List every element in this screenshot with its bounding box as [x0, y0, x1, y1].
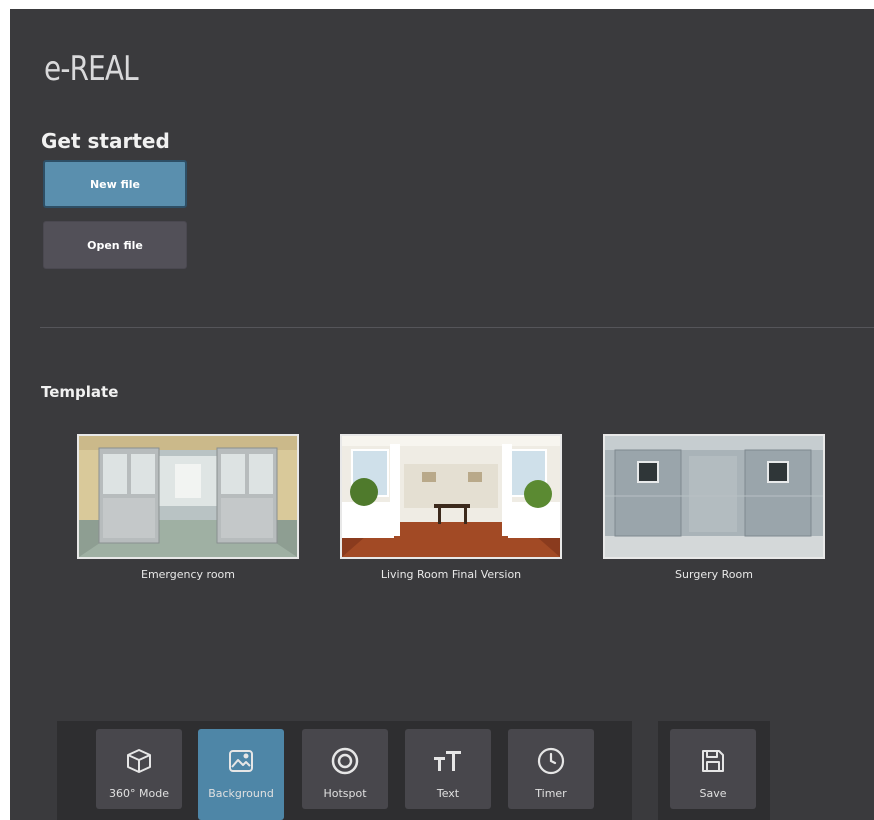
- target-icon: [331, 747, 359, 775]
- app-logo: e-REAL: [44, 49, 139, 89]
- section-divider: [40, 327, 874, 328]
- open-file-button[interactable]: Open file: [43, 221, 187, 269]
- living-room-image: [342, 436, 560, 557]
- tool-timer[interactable]: Timer: [508, 729, 594, 809]
- emergency-room-image: [79, 436, 297, 557]
- template-thumbnail-emergency-room[interactable]: [77, 434, 299, 559]
- tool-label: Background: [208, 787, 274, 800]
- template-heading: Template: [41, 383, 119, 401]
- app-window: e-REAL Get started New file Open file Te…: [10, 9, 874, 820]
- template-caption: Emergency room: [141, 568, 235, 581]
- template-caption: Surgery Room: [675, 568, 753, 581]
- cube-icon: [126, 747, 152, 775]
- save-button[interactable]: Save: [670, 729, 756, 809]
- get-started-heading: Get started: [41, 129, 170, 153]
- save-label: Save: [699, 787, 727, 800]
- new-file-label: New file: [89, 177, 141, 191]
- template-thumbnail-living-room[interactable]: [340, 434, 562, 559]
- tool-hotspot[interactable]: Hotspot: [302, 729, 388, 809]
- tool-label: Hotspot: [323, 787, 367, 800]
- tool-background[interactable]: Background: [198, 729, 284, 820]
- new-file-button[interactable]: New file: [43, 160, 187, 208]
- clock-icon: [537, 747, 565, 775]
- open-file-label: Open file: [87, 238, 143, 252]
- bottom-toolbar: 360° Mode Background Hotspot Text Timer: [57, 721, 632, 820]
- tool-360-mode[interactable]: 360° Mode: [96, 729, 182, 809]
- image-icon: [228, 747, 254, 775]
- tool-label: Timer: [535, 787, 567, 800]
- template-card-living-room[interactable]: Living Room Final Version: [340, 434, 562, 581]
- tool-label: 360° Mode: [109, 787, 169, 800]
- save-toolbar: Save: [658, 721, 770, 820]
- template-card-emergency-room[interactable]: Emergency room: [77, 434, 299, 581]
- template-card-surgery-room[interactable]: Surgery Room: [603, 434, 825, 581]
- text-icon: [433, 747, 463, 775]
- floppy-disk-icon: [700, 747, 726, 775]
- tool-label: Text: [436, 787, 460, 800]
- tool-text[interactable]: Text: [405, 729, 491, 809]
- surgery-room-image: [605, 436, 823, 557]
- template-thumbnail-surgery-room[interactable]: [603, 434, 825, 559]
- template-caption: Living Room Final Version: [380, 568, 522, 581]
